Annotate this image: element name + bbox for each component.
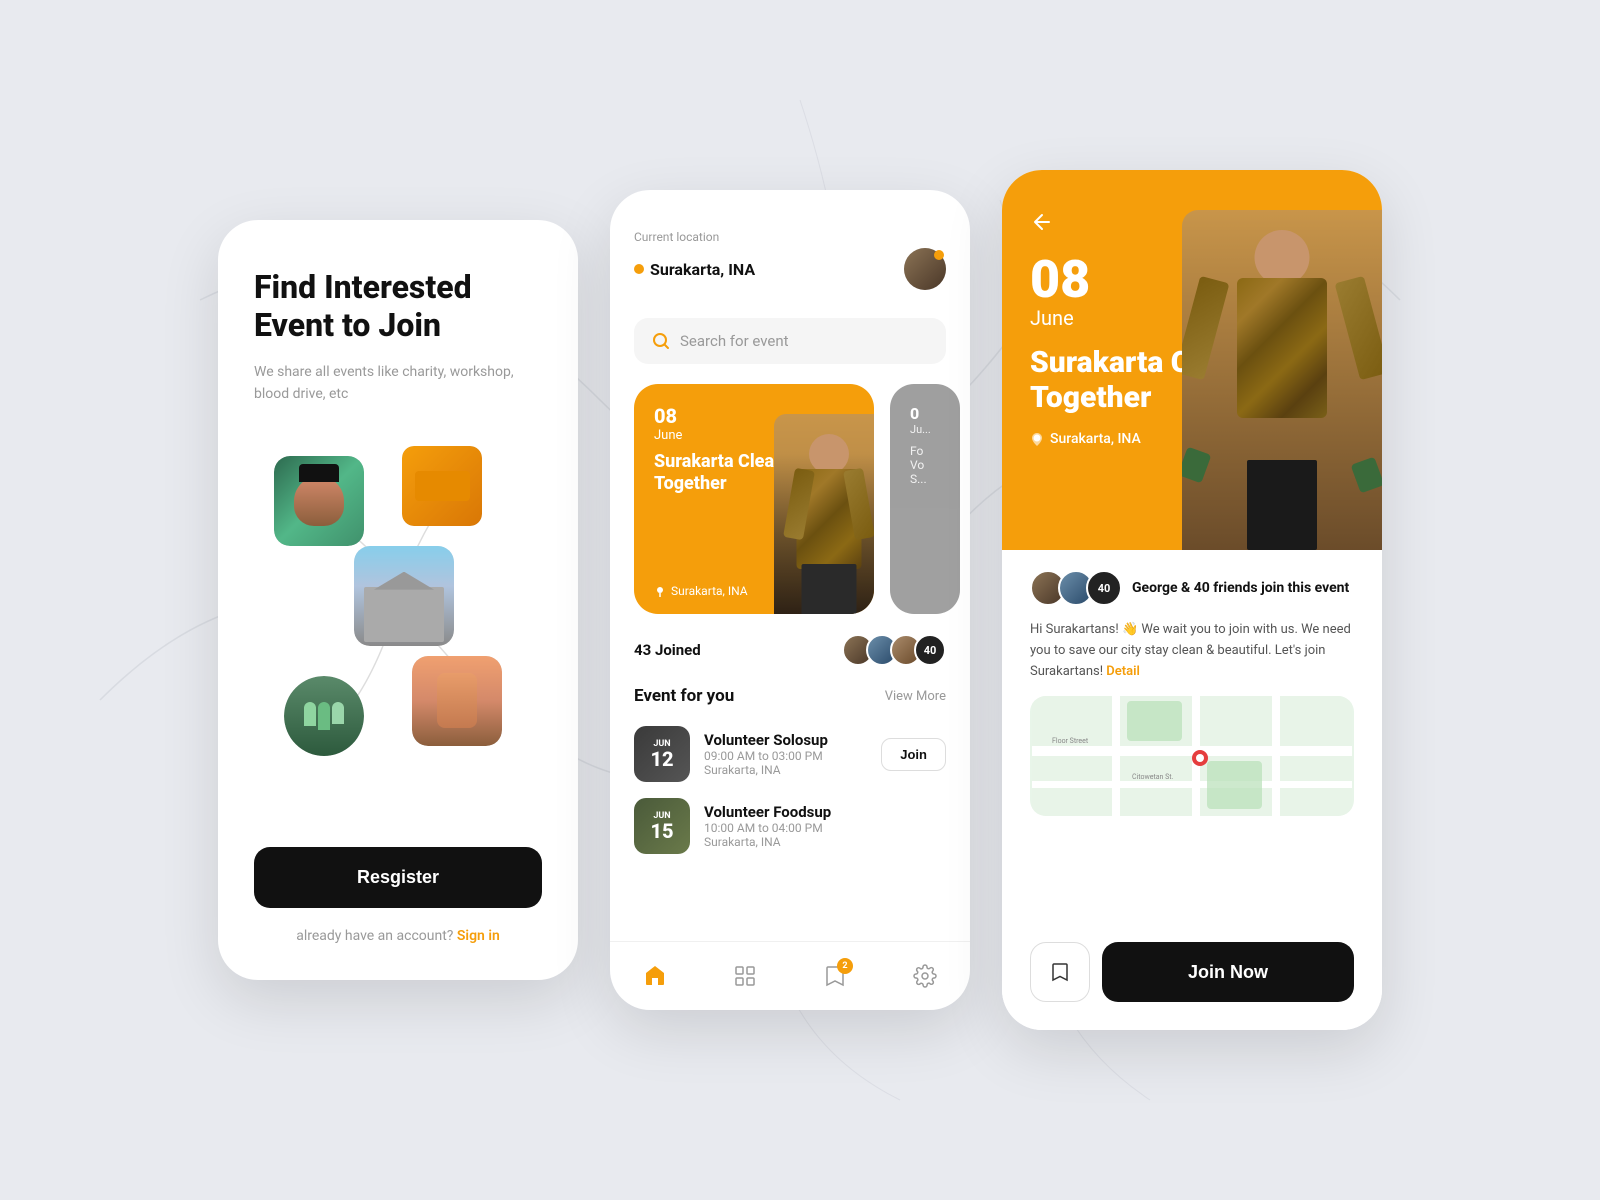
event-name-2: Volunteer Foodsup: [704, 803, 946, 821]
secondary-event-card[interactable]: 0 Ju... FoVoS...: [890, 384, 960, 614]
event-time-2: 10:00 AM to 04:00 PM: [704, 821, 946, 835]
phone-home: Current location Surakarta, INA Search f…: [610, 190, 970, 1010]
phones-container: Find Interested Event to Join We share a…: [218, 170, 1382, 1030]
grid-icon: [733, 964, 757, 988]
event-name-1: Volunteer Solosup: [704, 731, 867, 749]
settings-icon: [913, 964, 937, 988]
phone-register: Find Interested Event to Join We share a…: [218, 220, 578, 980]
map-svg: Floor Street Citowetan St.: [1030, 696, 1354, 816]
join-now-button[interactable]: Join Now: [1102, 942, 1354, 1002]
phone3-body: 40 George & 40 friends join this event H…: [1002, 550, 1382, 942]
events-scroll: 08 June Surakarta Clean City Together Su…: [610, 376, 970, 622]
featured-event-card[interactable]: 08 June Surakarta Clean City Together Su…: [634, 384, 874, 614]
location-text: Surakarta, INA: [650, 260, 755, 279]
bookmark-button[interactable]: [1030, 942, 1090, 1002]
location-icon: [1030, 432, 1044, 446]
back-icon[interactable]: [1030, 210, 1054, 234]
join-button-1[interactable]: Join: [881, 738, 946, 771]
search-placeholder: Search for event: [680, 332, 789, 350]
signin-prompt: already have an account?: [296, 928, 453, 944]
friend-count-badge: 40: [1086, 570, 1122, 606]
view-more-link[interactable]: View More: [885, 689, 946, 704]
float-img-woman: [412, 656, 502, 746]
nav-settings[interactable]: [905, 956, 945, 996]
detail-link[interactable]: Detail: [1106, 664, 1140, 679]
event-location-text-big: Surakarta, INA: [1050, 431, 1141, 447]
nav-badge: 2: [837, 958, 853, 974]
event-thumb-day-2: 15: [650, 821, 673, 841]
phone3-hero: 08 June Surakarta Clean City Together Su…: [1002, 170, 1382, 550]
hero-person-image: [1182, 210, 1382, 550]
nav-grid[interactable]: [725, 956, 765, 996]
title-line2: Event to Join: [254, 306, 441, 344]
location-dot-icon: [634, 264, 644, 274]
float-img-person: [274, 456, 364, 546]
location-pin-icon: [654, 585, 666, 597]
search-icon: [652, 332, 670, 350]
online-indicator: [934, 250, 944, 260]
event-list-item-2: Jun 15 Volunteer Foodsup 10:00 AM to 04:…: [610, 790, 970, 862]
section-header: Event for you View More: [610, 678, 970, 714]
phone1-subtitle: We share all events like charity, worksh…: [254, 361, 542, 406]
float-img-bus: [402, 446, 482, 526]
phone2-header: Current location Surakarta, INA: [610, 190, 970, 306]
event-location-text: Surakarta, INA: [671, 584, 748, 598]
event-card-person-image: [774, 414, 874, 614]
bottom-nav: 2: [610, 941, 970, 1010]
nav-bookmark[interactable]: 2: [815, 956, 855, 996]
event-map[interactable]: Floor Street Citowetan St.: [1030, 696, 1354, 816]
title-line1: Find Interested: [254, 268, 472, 306]
avatars-row: 40: [850, 634, 946, 666]
event-list-item-1: Jun 12 Volunteer Solosup 09:00 AM to 03:…: [610, 718, 970, 790]
location-name: Surakarta, INA: [634, 260, 755, 279]
svg-text:Floor Street: Floor Street: [1052, 737, 1089, 745]
event-time-1: 09:00 AM to 03:00 PM: [704, 749, 867, 763]
friends-row: 40 George & 40 friends join this event: [1030, 570, 1354, 606]
avatar-count: 40: [914, 634, 946, 666]
phone3-actions: Join Now: [1002, 942, 1382, 1030]
desc-text: Hi Surakartans! 👋 We wait you to join wi…: [1030, 622, 1351, 679]
friends-count-text: 40: [1098, 582, 1111, 595]
float-img-building: [354, 546, 454, 646]
friends-avatars: 40: [1030, 570, 1122, 606]
joined-count: 43 Joined: [634, 641, 701, 659]
joined-row: 43 Joined 40: [610, 622, 970, 678]
svg-text:Citowetan St.: Citowetan St.: [1132, 773, 1174, 781]
signin-text: already have an account? Sign in: [254, 928, 542, 944]
event-loc-2: Surakarta, INA: [704, 835, 946, 849]
friends-text: George & 40 friends join this event: [1132, 580, 1349, 596]
event-info-1: Volunteer Solosup 09:00 AM to 03:00 PM S…: [704, 731, 867, 777]
event-info-2: Volunteer Foodsup 10:00 AM to 04:00 PM S…: [704, 803, 946, 849]
event-loc-1: Surakarta, INA: [704, 763, 867, 777]
nav-home[interactable]: [635, 956, 675, 996]
phone1-title: Find Interested Event to Join We share a…: [254, 268, 542, 436]
event-thumb-1: Jun 12: [634, 726, 690, 782]
section-title: Event for you: [634, 686, 734, 706]
home-icon: [643, 964, 667, 988]
event-description: Hi Surakartans! 👋 We wait you to join wi…: [1030, 620, 1354, 682]
location-label: Current location: [634, 230, 946, 244]
user-avatar[interactable]: [904, 248, 946, 290]
bookmark-save-icon: [1049, 961, 1071, 983]
location-row: Surakarta, INA: [634, 248, 946, 290]
floating-images: [254, 436, 542, 827]
float-img-group: [284, 676, 364, 756]
event-thumb-day: 12: [650, 749, 673, 769]
register-button[interactable]: Resgister: [254, 847, 542, 908]
signin-link[interactable]: Sign in: [457, 928, 500, 944]
search-bar[interactable]: Search for event: [634, 318, 946, 364]
phone-detail: 08 June Surakarta Clean City Together Su…: [1002, 170, 1382, 1030]
event-thumb-2: Jun 15: [634, 798, 690, 854]
phone1-footer: Resgister already have an account? Sign …: [254, 847, 542, 944]
event-location: Surakarta, INA: [654, 584, 748, 598]
